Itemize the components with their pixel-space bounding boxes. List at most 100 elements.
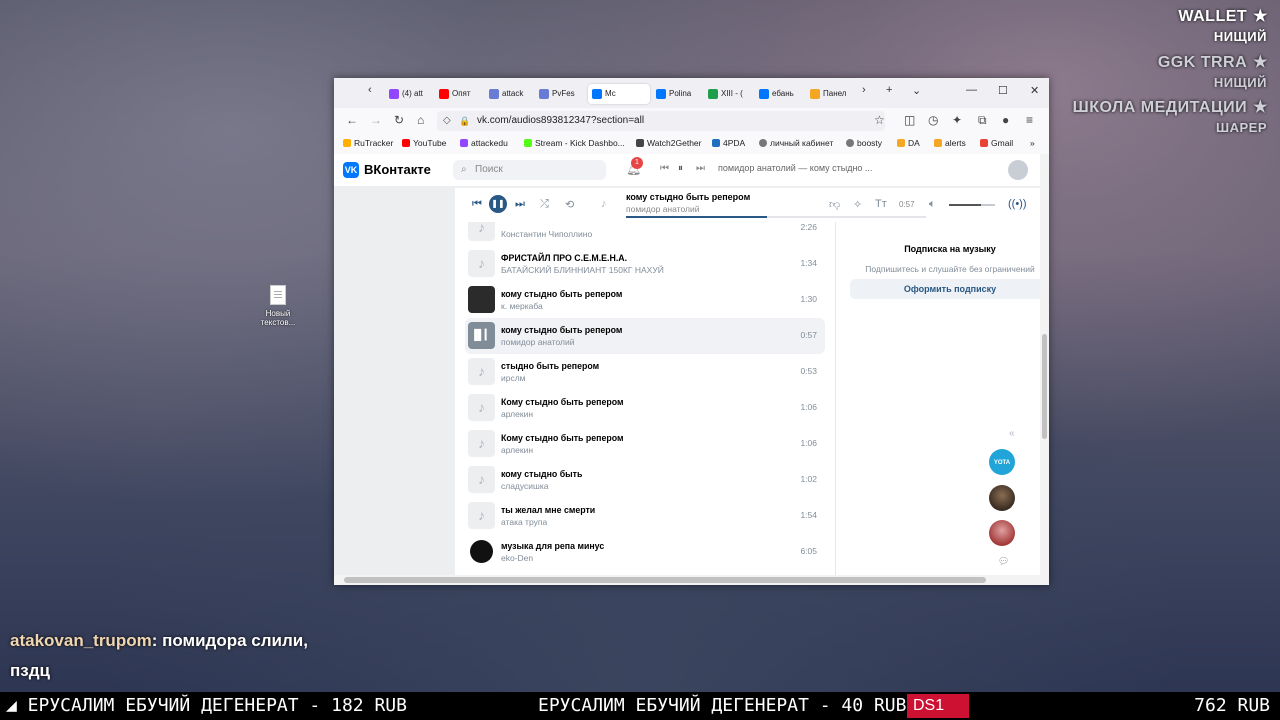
tab[interactable]: Панел [810,84,852,104]
sparkle-icon[interactable]: ✧ [853,198,862,211]
back-icon[interactable]: ← [346,113,358,127]
shuffle-icon[interactable]: ⤮ [540,198,549,211]
bookmark-item[interactable]: Stream - Kick Dashbo... [524,138,625,148]
track-row[interactable]: ♪ ФРИСТАЙЛ ПРО С.Е.М.Е.Н.А. БАТАЙСКИЙ БЛ… [465,246,825,282]
contact-avatar[interactable] [989,485,1015,511]
prev-track-icon[interactable]: ⏮ [660,163,669,174]
track-row[interactable]: кому стыдно быть репером к. меркаба 1:30 [465,282,825,318]
track-row[interactable]: ♪ стыдно быть репером ирслм 0:53 [465,354,825,390]
star-icon: ★ [1253,54,1268,71]
progress-bar[interactable] [626,216,926,218]
player-artist[interactable]: помидор анатолий [626,204,699,214]
track-row[interactable]: музыка для репа минус eko-Den 6:05 [465,534,825,570]
bookmark-item[interactable]: boosty [846,138,882,148]
avatar[interactable] [1008,160,1028,180]
history-icon[interactable]: ◷ [928,113,938,127]
tab[interactable]: XIII - ( [708,84,750,104]
close-icon[interactable]: ✕ [1030,84,1039,97]
vk-logo-text[interactable]: ВКонтакте [364,162,431,177]
tab-scroll-left-icon[interactable]: ‹ [368,84,372,96]
dislike-icon[interactable]: 👎︎ [829,198,840,211]
pause-icon[interactable]: ⏸ [678,163,683,174]
yota-icon[interactable]: YOTA [989,449,1015,475]
bookmark-item[interactable]: Gmail [980,138,1013,148]
tab[interactable]: ебань [759,84,801,104]
pause-button[interactable]: ❚❚ [489,195,507,213]
minimize-icon[interactable]: — [966,84,977,96]
track-artist[interactable]: помидор анатолий [501,337,574,347]
collapse-icon[interactable]: « [1009,428,1015,439]
volume-icon[interactable]: 🔈︎ [929,198,936,211]
address-bar[interactable]: ◇ 🔒 vk.com/audios893812347?section=all [437,111,885,131]
bookmark-item[interactable]: DA [897,138,920,148]
bookmarks-overflow-icon[interactable]: » [1030,138,1035,148]
track-row[interactable]: ♪ ты желал мне смерти атака трупа 1:54 [465,498,825,534]
ggk-label: GGK TRRA ★ [1157,54,1268,71]
prev-track-icon[interactable]: ⏮ [472,198,482,211]
pocket-icon[interactable]: ◫ [904,113,915,127]
track-artist[interactable]: арлекин [501,445,533,455]
vk-logo-icon[interactable]: VK [343,162,359,178]
tab[interactable]: Опят [439,84,481,104]
next-track-icon[interactable]: ⏭ [696,163,705,174]
maximize-icon[interactable]: ☐ [998,84,1008,97]
track-artist[interactable]: к. меркаба [501,301,543,311]
ticker-middle: ЕРУСАЛИМ ЕБУЧИЙ ДЕГЕНЕРАТ - 40 RUB ▲ [538,695,929,716]
home-icon[interactable]: ⌂ [417,113,424,127]
bookmark-item[interactable]: YouTube [402,138,446,148]
volume-slider[interactable] [949,204,995,206]
track-row[interactable]: ♪ Кому стыдно быть репером арлекин 1:06 [465,390,825,426]
mini-now-playing[interactable]: помидор анатолий — кому стыдно ... [718,163,872,173]
search-input[interactable]: ⌕ Поиск [453,160,606,180]
tab-active[interactable]: Мс [588,84,650,104]
track-row[interactable]: ♪ Кому стыдно быть репером арлекин 1:06 [465,426,825,462]
menu-icon[interactable]: ≡ [1026,113,1033,127]
track-row-current[interactable]: ▐▌▎ кому стыдно быть репером помидор ана… [465,318,825,354]
repeat-icon[interactable]: ⟲ [565,198,574,211]
tab[interactable]: PvFes [539,84,581,104]
bookmark-item[interactable]: alerts [934,138,966,148]
track-artist[interactable]: сладусишка [501,481,549,491]
horizontal-scrollbar[interactable] [334,575,1049,585]
track-artist[interactable]: атака трупа [501,517,547,527]
bookmark-item[interactable]: 4PDA [712,138,745,148]
track-cover [468,286,495,313]
star-icon: ★ [1253,99,1268,116]
desktop-file-icon[interactable]: Новый текстов... [258,285,298,327]
bookmark-item[interactable]: личный кабинет [759,138,833,148]
tab[interactable]: (4) att [389,84,431,104]
track-artist[interactable]: Константин Чиполлино [501,229,592,239]
wallet-label: WALLET ★ [1178,8,1268,25]
contact-avatar[interactable] [989,520,1015,546]
puzzle-icon[interactable]: ⧉ [978,113,987,128]
lyrics-icon[interactable]: Tт [875,198,887,210]
subscribe-button[interactable]: Оформить подписку [850,279,1049,299]
track-artist[interactable]: БАТАЙСКИЙ БЛИННИАНТ 150КГ НАХУЙ [501,265,664,275]
bookmark-item[interactable]: RuTracker [343,138,393,148]
reload-icon[interactable]: ↻ [394,113,404,127]
shield-icon: ◇ [443,115,451,126]
new-tab-icon[interactable]: + [886,84,892,96]
track-row[interactable]: ♪ кому стыдно быть сладусишка 1:02 [465,462,825,498]
forward-icon[interactable]: → [370,113,382,127]
broadcast-icon[interactable]: ((•)) [1008,198,1027,210]
ticker-left: ◢ ЕРУСАЛИМ ЕБУЧИЙ ДЕГЕНЕРАТ - 182 RUB [6,695,407,716]
bookmark-item[interactable]: Watch2Gether [636,138,702,148]
chat-username: atakovan_trupom [10,631,152,650]
track-row[interactable]: ♪ Константин Чиполлино 2:26 [465,222,825,246]
tab-list-icon[interactable]: ⌄ [912,84,921,97]
extension-icon[interactable]: ✦ [952,113,962,127]
tab[interactable]: Polina [656,84,698,104]
track-artist[interactable]: ирслм [501,373,526,383]
vertical-scrollbar[interactable] [1040,154,1049,585]
profile-icon[interactable]: ● [1002,113,1009,127]
chat-icon[interactable]: 💬︎ [998,556,1009,567]
track-artist[interactable]: арлекин [501,409,533,419]
music-note-icon: ♪ [468,466,495,493]
bookmark-item[interactable]: attackedu [460,138,508,148]
track-artist[interactable]: eko-Den [501,553,533,563]
tab[interactable]: attack [489,84,531,104]
tab-scroll-right-icon[interactable]: › [862,84,866,96]
bookmark-star-icon[interactable]: ☆ [874,113,885,127]
next-track-icon[interactable]: ⏭ [515,198,525,211]
